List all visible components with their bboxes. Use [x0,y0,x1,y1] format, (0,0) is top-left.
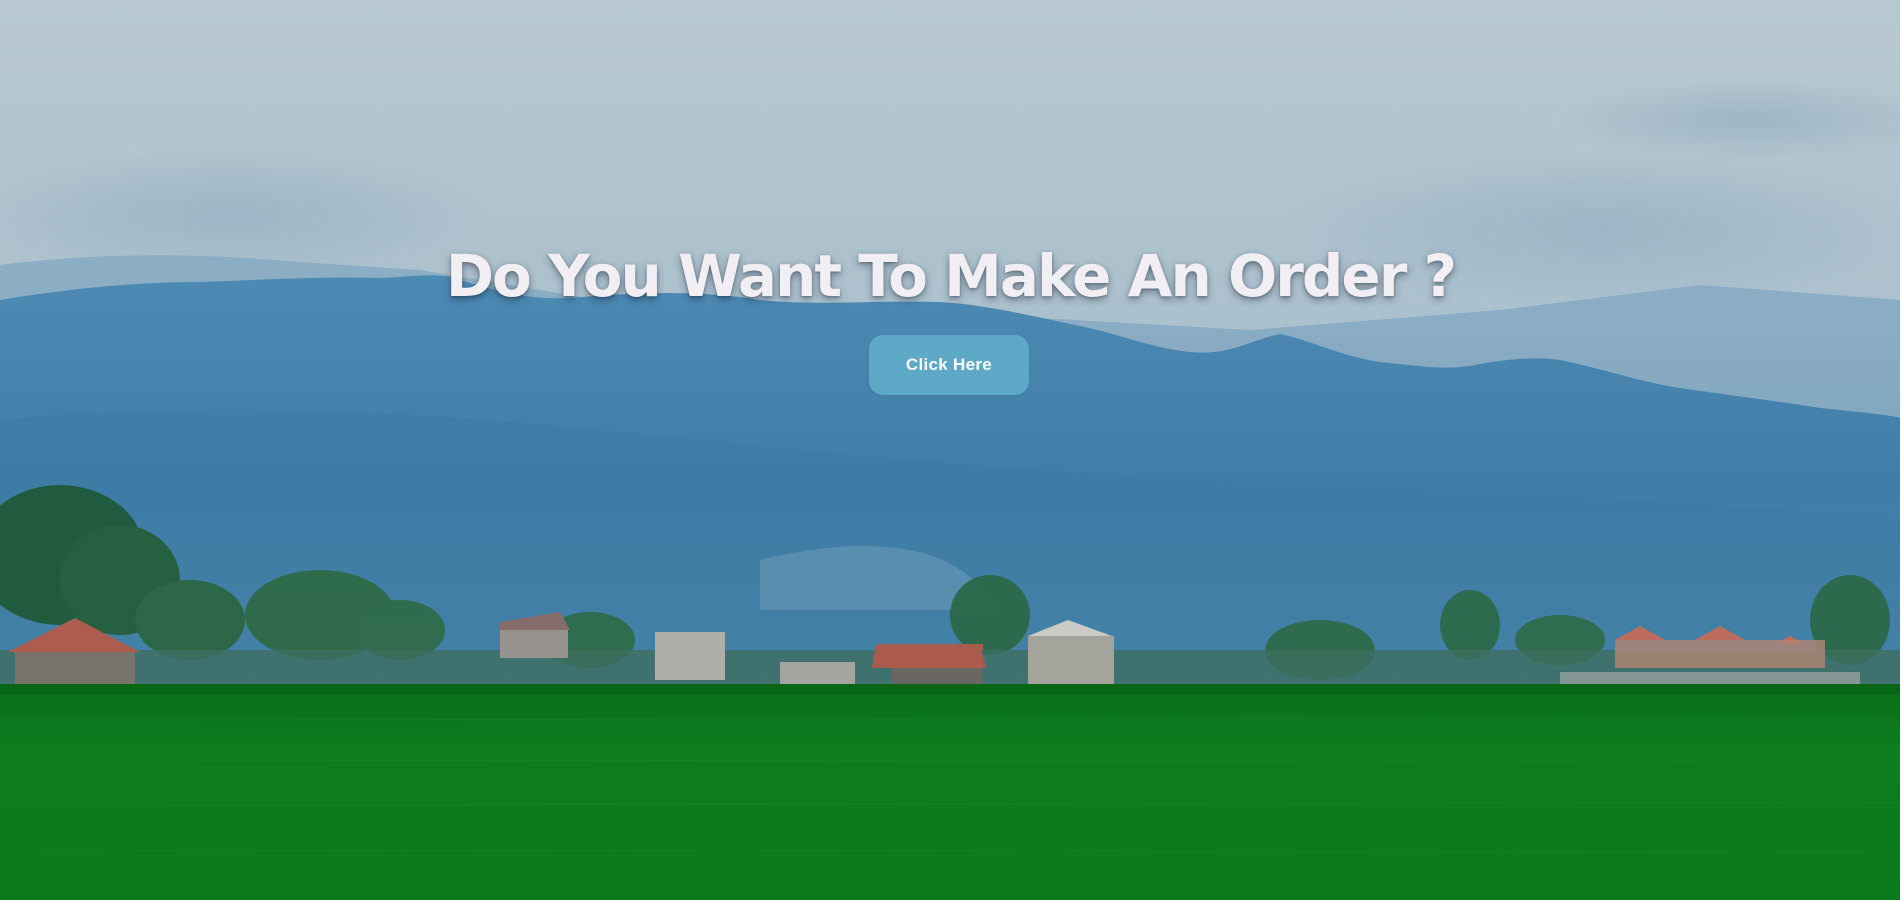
click-here-button[interactable]: Click Here [869,335,1029,395]
hero-headline: Do You Want To Make An Order ? [445,242,1457,310]
hero-section: Do You Want To Make An Order ? Click Her… [0,0,1901,900]
hero-content: Do You Want To Make An Order ? Click Her… [0,0,1901,900]
